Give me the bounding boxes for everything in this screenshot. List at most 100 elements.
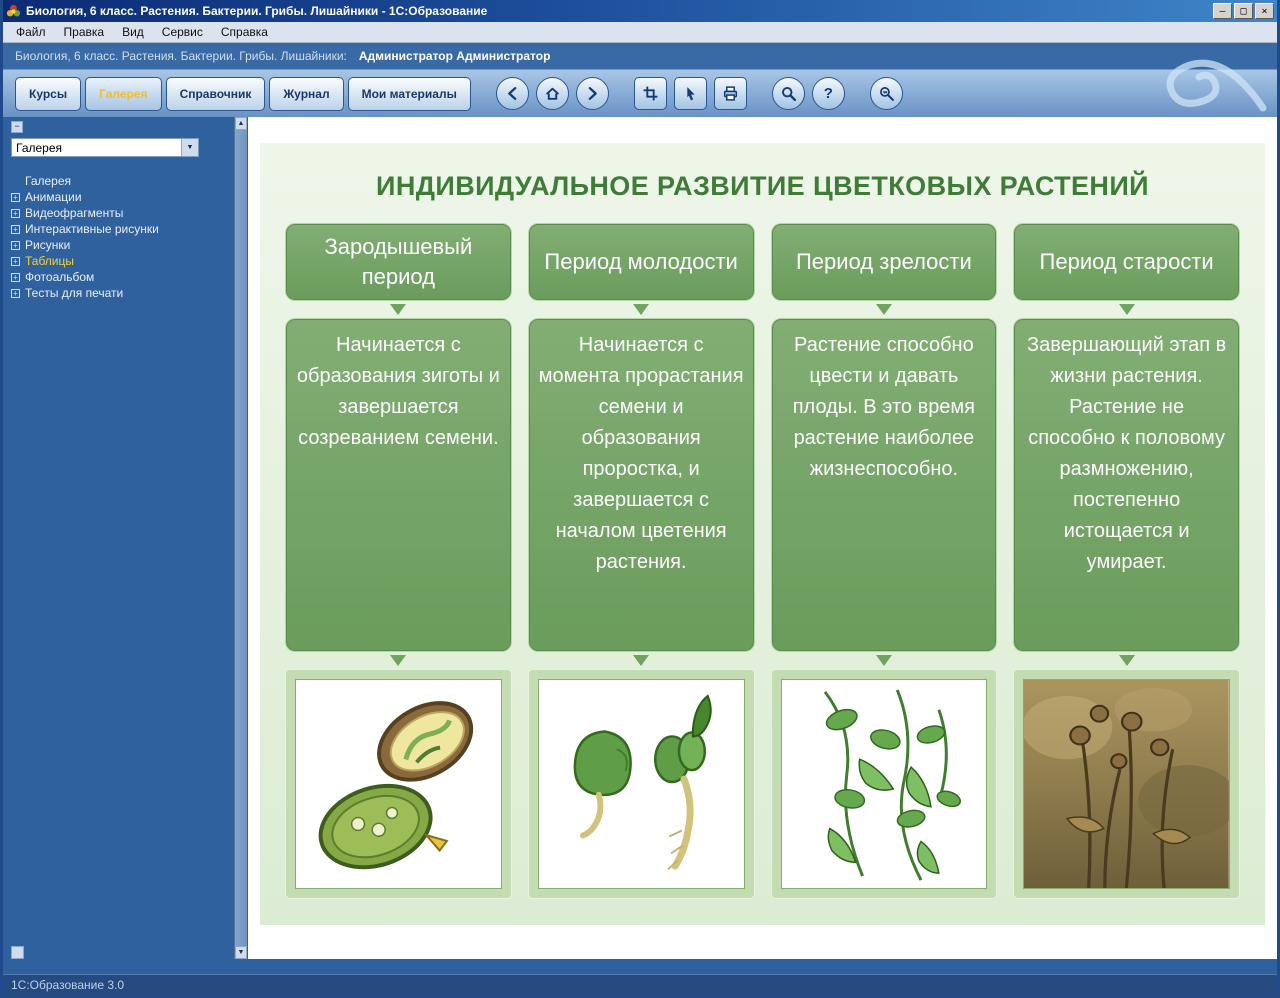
tab-courses[interactable]: Курсы	[15, 77, 81, 111]
sidebar-item-print-tests[interactable]: + Тесты для печати	[11, 285, 226, 301]
poster-panel: ИНДИВИДУАЛЬНОЕ РАЗВИТИЕ ЦВЕТКОВЫХ РАСТЕН…	[260, 143, 1265, 925]
nav-button-group	[496, 77, 609, 110]
sidebar-item-animations[interactable]: + Анимации	[11, 189, 226, 205]
tab-gallery[interactable]: Галерея	[85, 77, 161, 111]
sidebar-item-gallery[interactable]: + Галерея	[11, 173, 226, 189]
back-arrow-icon	[504, 85, 521, 102]
gallery-section-dropdown[interactable]: Галерея ▼	[11, 138, 199, 157]
scroll-down-button[interactable]: ▼	[235, 946, 247, 959]
tab-label: Справочник	[180, 87, 252, 101]
search-button[interactable]	[772, 77, 805, 110]
sidebar-resize-grip[interactable]	[11, 946, 24, 959]
down-arrow-icon	[876, 655, 892, 666]
gallery-tree: + Галерея + Анимации + Видеофрагменты + …	[11, 173, 226, 301]
restore-button[interactable]: □	[1234, 3, 1253, 19]
down-arrow-icon	[390, 304, 406, 315]
sidebar-item-tables[interactable]: + Таблицы	[11, 253, 226, 269]
menu-item-help[interactable]: Справка	[212, 23, 277, 41]
down-arrow-icon	[1119, 304, 1135, 315]
breadcrumb: Биология, 6 класс. Растения. Бактерии. Г…	[15, 49, 347, 63]
period-title: Зародышевый период	[297, 232, 500, 291]
tab-my-materials[interactable]: Мои материалы	[348, 77, 471, 111]
tab-bar: Курсы Галерея Справочник Журнал Мои мате…	[3, 70, 1277, 117]
germinating-seedling-illustration	[539, 680, 744, 888]
tab-label: Курсы	[29, 87, 67, 101]
status-bar: 1С:Образование 3.0	[3, 974, 1277, 995]
down-arrow-icon	[633, 304, 649, 315]
sidebar-item-label: Галерея	[25, 174, 71, 188]
app-icon	[6, 4, 21, 19]
print-button[interactable]	[714, 77, 747, 110]
tree-expand-icon[interactable]: +	[11, 241, 20, 250]
pointer-tool-button[interactable]	[674, 77, 707, 110]
menu-item-view[interactable]: Вид	[113, 23, 153, 41]
down-arrow-icon	[633, 655, 649, 666]
tree-expand-icon[interactable]: +	[11, 273, 20, 282]
scrollbar-track[interactable]	[235, 130, 247, 946]
tree-expand-icon[interactable]: +	[11, 225, 20, 234]
withered-plant-photo-image	[1024, 680, 1229, 888]
dropdown-arrow-icon[interactable]: ▼	[181, 139, 198, 156]
pea-plant-image	[781, 679, 988, 889]
tree-expand-icon[interactable]: +	[11, 289, 20, 298]
period-column-old-age: Период старости Завершающий этап в жизни…	[1014, 224, 1239, 898]
menu-item-file[interactable]: Файл	[7, 23, 55, 41]
menu-item-edit[interactable]: Правка	[55, 23, 114, 41]
sidebar-item-interactive-pictures[interactable]: + Интерактивные рисунки	[11, 221, 226, 237]
help-icon: ?	[824, 85, 833, 102]
period-image-frame	[1014, 670, 1239, 898]
seed-cross-section-illustration	[296, 680, 501, 888]
sidebar-item-pictures[interactable]: + Рисунки	[11, 237, 226, 253]
help-button[interactable]: ?	[812, 77, 845, 110]
printer-icon	[722, 85, 739, 102]
period-title: Период старости	[1040, 247, 1214, 277]
keyword-search-group	[870, 77, 903, 110]
minimize-button[interactable]: —	[1213, 3, 1232, 19]
sidebar-item-photo-album[interactable]: + Фотоальбом	[11, 269, 226, 285]
sidebar-item-label: Таблицы	[25, 254, 74, 268]
close-button[interactable]: ×	[1255, 3, 1274, 19]
period-columns: Зародышевый период Начинается с образова…	[286, 224, 1239, 898]
withered-plant-photo	[1023, 679, 1230, 889]
period-description-box: Начинается с образования зиготы и заверш…	[286, 319, 511, 651]
sidebar-scrollbar[interactable]: ▲ ▼	[234, 117, 247, 959]
down-arrow-icon	[390, 655, 406, 666]
period-title: Период зрелости	[796, 247, 972, 277]
forward-button[interactable]	[576, 77, 609, 110]
course-header: Биология, 6 класс. Растения. Бактерии. Г…	[3, 43, 1277, 70]
crop-tool-button[interactable]	[634, 77, 667, 110]
scroll-up-button[interactable]: ▲	[235, 117, 247, 130]
pea-plant-with-pods-illustration	[782, 680, 987, 888]
app-window: Биология, 6 класс. Растения. Бактерии. Г…	[0, 0, 1280, 998]
germinating-seedling-image	[538, 679, 745, 889]
tools-button-group	[634, 77, 747, 110]
period-column-embryonic: Зародышевый период Начинается с образова…	[286, 224, 511, 898]
tab-label: Мои материалы	[362, 87, 457, 101]
period-description-box: Растение способно цвести и давать плоды.…	[772, 319, 997, 651]
status-text: 1С:Образование 3.0	[11, 978, 124, 992]
collapse-sidebar-button[interactable]: −	[11, 121, 23, 133]
tab-reference[interactable]: Справочник	[166, 77, 266, 111]
gallery-sidebar: − Галерея ▼ + Галерея + Анимации + Видео…	[3, 117, 248, 959]
dropdown-value: Галерея	[12, 141, 181, 155]
tab-journal[interactable]: Журнал	[269, 77, 343, 111]
home-button[interactable]	[536, 77, 569, 110]
back-button[interactable]	[496, 77, 529, 110]
period-header-box: Период зрелости	[772, 224, 997, 300]
period-description: Начинается с образования зиготы и заверш…	[297, 334, 500, 449]
sidebar-item-video-fragments[interactable]: + Видеофрагменты	[11, 205, 226, 221]
crop-icon	[642, 85, 659, 102]
menu-item-service[interactable]: Сервис	[153, 23, 212, 41]
sidebar-item-label: Интерактивные рисунки	[25, 222, 159, 236]
sidebar-item-label: Анимации	[25, 190, 82, 204]
sidebar-item-label: Тесты для печати	[25, 286, 123, 300]
window-controls: — □ ×	[1213, 3, 1274, 19]
keyword-search-button[interactable]	[870, 77, 903, 110]
period-description-box: Завершающий этап в жизни растения. Расте…	[1014, 319, 1239, 651]
period-image-frame	[286, 670, 511, 898]
tree-expand-icon[interactable]: +	[11, 193, 20, 202]
title-bar: Биология, 6 класс. Растения. Бактерии. Г…	[3, 0, 1277, 22]
tree-expand-icon[interactable]: +	[11, 209, 20, 218]
tree-expand-icon[interactable]: +	[11, 257, 20, 266]
sidebar-item-label: Видеофрагменты	[25, 206, 123, 220]
